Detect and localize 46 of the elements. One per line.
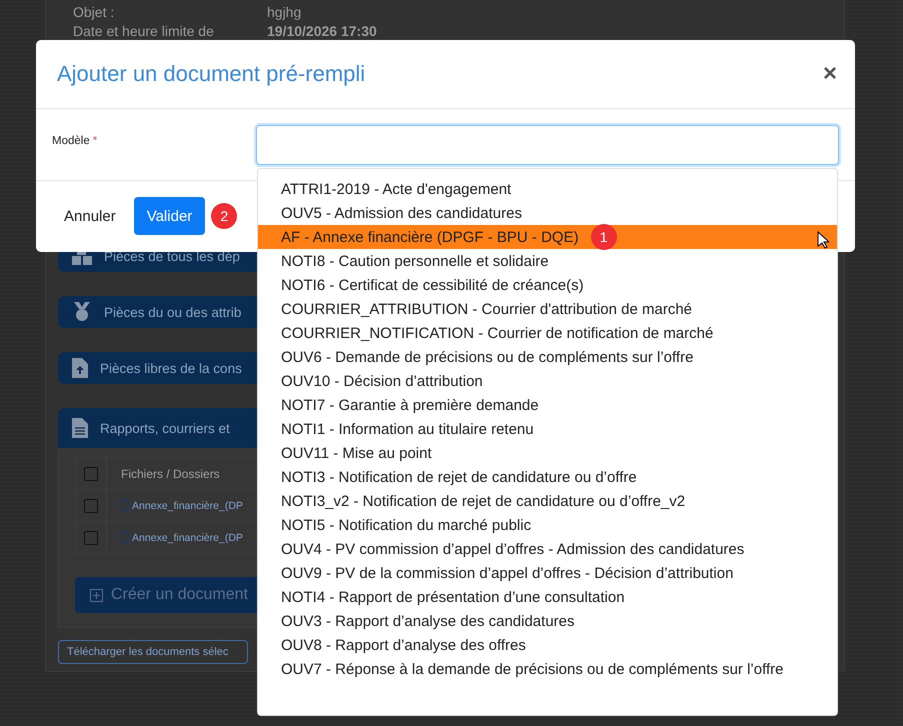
download-button[interactable]: Télécharger les documents sélec bbox=[58, 640, 248, 664]
input-field[interactable] bbox=[256, 125, 839, 165]
submit-button[interactable]: Valider bbox=[134, 197, 206, 235]
dropdown-option[interactable]: OUV6 - Demande de précisions ou de compléments sur l’offre bbox=[258, 345, 837, 369]
dropdown-option[interactable]: OUV8 - Rapport d’analyse des offres bbox=[258, 633, 837, 657]
step-badge: 2 bbox=[211, 203, 238, 229]
file-link[interactable]: Annexe_financière_(DP bbox=[132, 500, 243, 512]
dropdown-option[interactable]: NOTI5 - Notification du marché public bbox=[258, 513, 837, 537]
dropdown-option[interactable]: NOTI3_v2 - Notification de rejet de candidature ou d’offre_v2 bbox=[258, 489, 837, 513]
medal-icon bbox=[72, 302, 92, 322]
dropdown-option[interactable]: NOTI1 - Information au titulaire retenu bbox=[258, 417, 837, 441]
field-value: 19/10/2026 17:30 bbox=[267, 22, 377, 38]
dropdown-option[interactable]: COURRIER_ATTRIBUTION - Courrier d'attribution de marché bbox=[258, 297, 837, 321]
modal-title: Ajouter un document pré-rempli bbox=[57, 61, 366, 87]
cursor-icon bbox=[817, 231, 829, 249]
field-label: Objet : bbox=[73, 4, 116, 20]
dropdown-option[interactable]: OUV9 - PV de la commission d’appel d’offres - Décision d’attribution bbox=[258, 561, 837, 585]
file-icon bbox=[121, 532, 129, 543]
dropdown-option[interactable]: OUV10 - Décision d’attribution bbox=[258, 369, 837, 393]
dropdown-option[interactable]: NOTI4 - Rapport de présentation d’une consultation bbox=[258, 585, 837, 609]
dropdown-option[interactable]: OUV11 - Mise au point bbox=[258, 441, 837, 465]
dropdown-option[interactable]: AF - Annexe financière (DPGF - BPU - DQE) 1 bbox=[258, 225, 837, 249]
dropdown-option[interactable]: OUV7 - Réponse à la demande de précisions ou de compléments sur l’offre bbox=[258, 657, 837, 681]
step-badge: 1 bbox=[590, 224, 617, 250]
checkbox[interactable] bbox=[84, 498, 98, 512]
close-button[interactable]: × bbox=[822, 60, 837, 88]
field-value: hgjhg bbox=[267, 4, 302, 20]
dropdown-option[interactable]: OUV3 - Rapport d’analyse des candidatures bbox=[258, 609, 837, 633]
document-icon bbox=[72, 418, 88, 438]
dropdown-option[interactable]: ATTRI1-2019 - Acte d'engagement bbox=[258, 177, 837, 201]
dropdown-option[interactable]: NOTI7 - Garantie à première demande bbox=[258, 393, 837, 417]
file-icon bbox=[121, 500, 129, 511]
field-label: Modèle * bbox=[52, 134, 98, 147]
dropdown-option[interactable]: NOTI6 - Certificat de cessibilité de créance(s) bbox=[258, 273, 837, 297]
file-link[interactable]: Annexe_financière_(DP bbox=[132, 532, 243, 544]
dropdown-option[interactable]: COURRIER_NOTIFICATION - Courrier de notification de marché bbox=[258, 321, 837, 345]
checkbox[interactable] bbox=[84, 466, 98, 480]
cancel-button[interactable]: Annuler bbox=[52, 200, 128, 232]
checkbox[interactable] bbox=[84, 530, 98, 544]
dropdown-option[interactable]: NOTI8 - Caution personnelle et solidaire bbox=[258, 249, 837, 273]
dropdown-option[interactable]: NOTI3 - Notification de rejet de candidature ou d’offre bbox=[258, 465, 837, 489]
dropdown-option[interactable]: OUV5 - Admission des candidatures bbox=[258, 201, 837, 225]
field-label: Date et heure limite de bbox=[73, 22, 215, 38]
file-upload-icon bbox=[72, 358, 88, 378]
column-header: Fichiers / Dossiers bbox=[120, 466, 220, 480]
dropdown-option[interactable]: OUV4 - PV commission d’appel d’offres - Admission des candidatures bbox=[258, 537, 837, 561]
